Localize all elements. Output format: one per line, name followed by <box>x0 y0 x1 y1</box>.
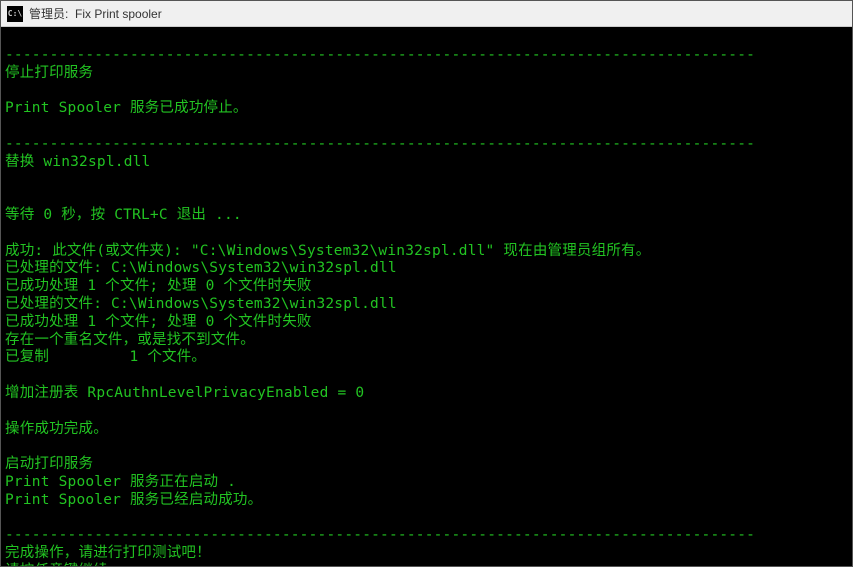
titlebar[interactable]: C:\ 管理员: Fix Print spooler <box>1 1 852 27</box>
cmd-window: C:\ 管理员: Fix Print spooler -------------… <box>0 0 853 567</box>
cmd-icon: C:\ <box>7 6 23 22</box>
window-title: 管理员: Fix Print spooler <box>29 5 162 22</box>
terminal-output[interactable]: ----------------------------------------… <box>1 27 852 566</box>
